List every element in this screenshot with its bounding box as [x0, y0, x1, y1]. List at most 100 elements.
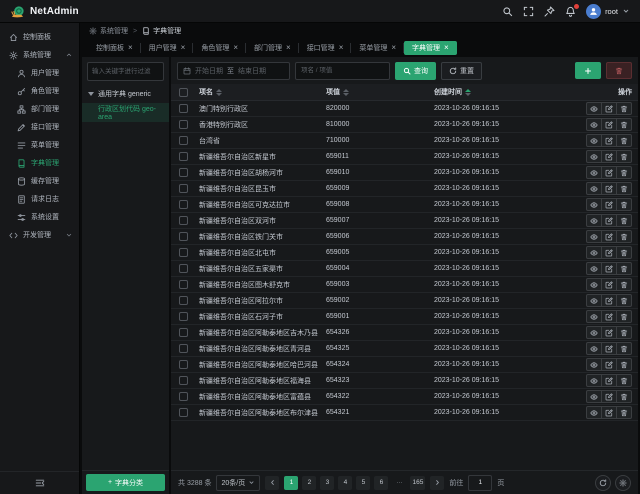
row-checkbox[interactable] — [179, 232, 188, 241]
tab-item[interactable]: 控制面板× — [88, 41, 141, 55]
page-size-select[interactable]: 20条/页 — [216, 475, 260, 491]
view-button[interactable] — [586, 246, 602, 259]
row-checkbox[interactable] — [179, 376, 188, 385]
user-menu[interactable]: root — [586, 4, 630, 19]
edit-button[interactable] — [601, 262, 617, 275]
tree-root-node[interactable]: 通用字典 generic — [82, 85, 169, 103]
keyword-input[interactable] — [295, 62, 390, 80]
delete-button[interactable] — [616, 374, 632, 387]
edit-button[interactable] — [601, 294, 617, 307]
sidebar-item[interactable]: 部门管理 — [0, 100, 79, 118]
delete-button[interactable] — [616, 278, 632, 291]
delete-button[interactable] — [616, 342, 632, 355]
delete-button[interactable] — [616, 134, 632, 147]
row-checkbox[interactable] — [179, 200, 188, 209]
pin-icon[interactable] — [544, 6, 555, 17]
view-button[interactable] — [586, 134, 602, 147]
view-button[interactable] — [586, 166, 602, 179]
add-category-button[interactable]: + 字典分类 — [86, 474, 165, 491]
sidebar-item[interactable]: 系统设置 — [0, 208, 79, 226]
bell-icon[interactable] — [565, 6, 576, 17]
row-checkbox[interactable] — [179, 120, 188, 129]
delete-button[interactable] — [616, 406, 632, 419]
view-button[interactable] — [586, 150, 602, 163]
tab-item[interactable]: 菜单管理× — [351, 41, 404, 55]
edit-button[interactable] — [601, 150, 617, 163]
view-button[interactable] — [586, 390, 602, 403]
view-button[interactable] — [586, 102, 602, 115]
edit-button[interactable] — [601, 390, 617, 403]
view-button[interactable] — [586, 214, 602, 227]
row-checkbox[interactable] — [179, 344, 188, 353]
view-button[interactable] — [586, 310, 602, 323]
column-header[interactable]: 项值 — [322, 87, 430, 97]
prev-page-button[interactable] — [265, 476, 279, 490]
view-button[interactable] — [586, 262, 602, 275]
close-icon[interactable]: × — [391, 44, 396, 52]
row-checkbox[interactable] — [179, 216, 188, 225]
tab-item[interactable]: 用户管理× — [141, 41, 194, 55]
edit-button[interactable] — [601, 326, 617, 339]
edit-button[interactable] — [601, 310, 617, 323]
edit-button[interactable] — [601, 102, 617, 115]
sidebar-item[interactable]: 字典管理 — [0, 154, 79, 172]
edit-button[interactable] — [601, 166, 617, 179]
row-checkbox[interactable] — [179, 280, 188, 289]
select-all-checkbox[interactable] — [179, 88, 188, 97]
page-button[interactable]: 1 — [284, 476, 298, 490]
tab-item[interactable]: 角色管理× — [193, 41, 246, 55]
row-checkbox[interactable] — [179, 408, 188, 417]
page-button[interactable]: 2 — [302, 476, 316, 490]
delete-button[interactable] — [616, 118, 632, 131]
close-icon[interactable]: × — [444, 44, 449, 52]
close-icon[interactable]: × — [233, 44, 238, 52]
fullscreen-icon[interactable] — [523, 6, 534, 17]
tab-item[interactable]: 部门管理× — [246, 41, 299, 55]
row-checkbox[interactable] — [179, 296, 188, 305]
view-button[interactable] — [586, 342, 602, 355]
add-item-button[interactable] — [575, 62, 601, 79]
sidebar-item[interactable]: 请求日志 — [0, 190, 79, 208]
row-checkbox[interactable] — [179, 104, 188, 113]
delete-button[interactable] — [616, 214, 632, 227]
delete-button[interactable] — [616, 102, 632, 115]
row-checkbox[interactable] — [179, 184, 188, 193]
sidebar-item[interactable]: 控制面板 — [0, 28, 79, 46]
sidebar-item[interactable]: 菜单管理 — [0, 136, 79, 154]
edit-button[interactable] — [601, 358, 617, 371]
edit-button[interactable] — [601, 342, 617, 355]
delete-button[interactable] — [616, 166, 632, 179]
delete-button[interactable] — [616, 294, 632, 307]
refresh-button[interactable] — [595, 475, 611, 491]
view-button[interactable] — [586, 294, 602, 307]
breadcrumb-item-system[interactable]: 系统管理 — [89, 26, 128, 36]
edit-button[interactable] — [601, 118, 617, 131]
edit-button[interactable] — [601, 374, 617, 387]
delete-selected-button[interactable] — [606, 62, 632, 79]
view-button[interactable] — [586, 230, 602, 243]
page-button[interactable]: 5 — [356, 476, 370, 490]
edit-button[interactable] — [601, 134, 617, 147]
row-checkbox[interactable] — [179, 168, 188, 177]
view-button[interactable] — [586, 182, 602, 195]
column-header[interactable]: 项名 — [195, 87, 322, 97]
delete-button[interactable] — [616, 310, 632, 323]
goto-page-input[interactable] — [468, 475, 492, 491]
row-checkbox[interactable] — [179, 392, 188, 401]
row-checkbox[interactable] — [179, 360, 188, 369]
delete-button[interactable] — [616, 150, 632, 163]
settings-button[interactable] — [615, 475, 631, 491]
tab-active[interactable]: 字典管理× — [404, 41, 457, 55]
view-button[interactable] — [586, 326, 602, 339]
sidebar-item[interactable]: 系统管理 — [0, 46, 79, 64]
next-page-button[interactable] — [430, 476, 444, 490]
view-button[interactable] — [586, 278, 602, 291]
edit-button[interactable] — [601, 214, 617, 227]
edit-button[interactable] — [601, 246, 617, 259]
reset-button[interactable]: 重置 — [441, 62, 482, 80]
row-checkbox[interactable] — [179, 136, 188, 145]
tab-item[interactable]: 接口管理× — [299, 41, 352, 55]
sidebar-item[interactable]: 缓存管理 — [0, 172, 79, 190]
edit-button[interactable] — [601, 198, 617, 211]
close-icon[interactable]: × — [181, 44, 186, 52]
